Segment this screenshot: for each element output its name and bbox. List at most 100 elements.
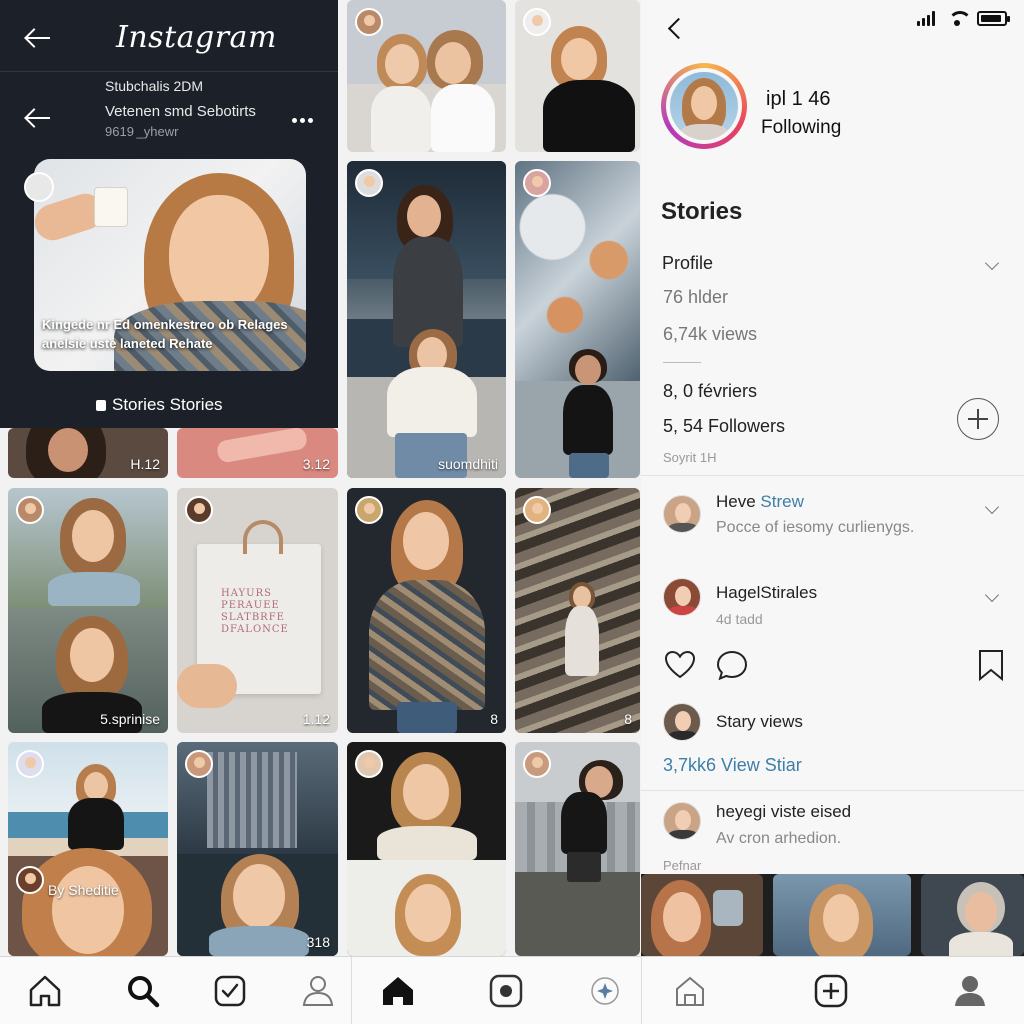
grid-photo-a2[interactable]: H.12 [8, 428, 168, 478]
story-meta-line: Stubchalis 2DM [105, 78, 204, 94]
story-viewer-panel: Instagram Stubchalis 2DM Vetenen smd Seb… [0, 0, 338, 428]
add-icon[interactable] [811, 971, 851, 1011]
poster-avatar [16, 866, 44, 894]
story-views-label[interactable]: Stary views [716, 712, 803, 732]
battery-icon [977, 11, 1010, 26]
avatar[interactable] [663, 495, 701, 533]
photo-caption: suomdhiti [438, 456, 498, 472]
chevron-down-icon[interactable] [984, 587, 1000, 603]
poster-avatar [523, 496, 551, 524]
poster-avatar [523, 169, 551, 197]
bottom-navigation [0, 956, 1024, 1024]
app-root: H.12 3.12 suomdhiti 5.sprinise HAYURS PE… [0, 0, 1024, 1024]
list-item-title[interactable]: heyegi viste eised [716, 802, 851, 822]
followers-count[interactable]: 5, 54 Followers [663, 416, 785, 437]
more-options-icon[interactable] [292, 110, 318, 124]
photo-caption: By Sheditie [48, 882, 119, 898]
story-avatar[interactable] [24, 172, 54, 202]
back-chevron-icon[interactable] [665, 17, 685, 41]
grid-photo-b3[interactable]: HAYURS PERAUEE SLATBRFE DFALONCE 1.12 [177, 488, 338, 733]
photo-caption: 5.sprinise [100, 711, 160, 727]
list-item-subtitle: Av cron arhedion. [716, 830, 842, 847]
grid-photo-d4[interactable] [515, 742, 640, 956]
grid-photo-a3[interactable]: 5.sprinise [8, 488, 168, 733]
status-bar [917, 10, 1017, 28]
reviews-count: 8, 0 févriers [663, 381, 758, 401]
avatar[interactable] [663, 578, 701, 616]
story-overlay-text: Kingede nr Ed omenkestreo ob Relages ane… [42, 317, 288, 351]
back-arrow-icon[interactable] [24, 104, 52, 132]
shop-icon[interactable] [670, 971, 710, 1011]
account-icon[interactable] [950, 971, 990, 1011]
divider [641, 790, 1024, 791]
story-subtitle: 9619 _yhewr [105, 124, 179, 139]
photo-caption: 318 [306, 934, 330, 950]
grid-photo-c1[interactable] [347, 0, 506, 152]
poster-avatar [16, 496, 44, 524]
divider [663, 362, 701, 363]
search-icon[interactable] [123, 971, 163, 1011]
grid-photo-a4[interactable]: By Sheditie [8, 742, 168, 956]
photo-caption: 8 [490, 711, 498, 727]
home-filled-icon[interactable] [378, 971, 418, 1011]
grid-photo-d1[interactable] [515, 0, 640, 152]
back-arrow-icon[interactable] [24, 24, 52, 52]
profile-stat: ipl 1 46 [766, 88, 831, 110]
grid-photo-c4[interactable] [347, 742, 506, 956]
bookmark-icon[interactable] [977, 648, 1005, 682]
footer-label: Pefnar [663, 858, 702, 873]
grid-photo-d2[interactable] [515, 161, 640, 478]
poster-avatar [523, 750, 551, 778]
profile-icon[interactable] [298, 971, 338, 1011]
poster-avatar [355, 496, 383, 524]
poster-avatar [185, 750, 213, 778]
story-card[interactable]: Kingede nr Ed omenkestreo ob Relages ane… [34, 159, 306, 371]
photo-caption: 3.12 [302, 456, 330, 472]
strip-photo[interactable] [641, 874, 763, 956]
activity-icon[interactable] [210, 971, 250, 1011]
views-count: 6,74k views [663, 324, 758, 344]
grid-photo-b2[interactable]: 3.12 [177, 428, 338, 478]
add-icon[interactable] [957, 398, 999, 440]
explore-icon[interactable] [585, 971, 625, 1011]
poster-avatar [16, 750, 44, 778]
list-item-subtitle: Pocce of iesomy curlienygs. [716, 519, 915, 536]
poster-avatar [355, 169, 383, 197]
strip-photo[interactable] [773, 874, 911, 956]
photo-caption: H.12 [130, 456, 160, 472]
strip-photo[interactable] [921, 874, 1024, 956]
profile-avatar[interactable] [661, 63, 747, 149]
top-app-bar: Instagram [0, 0, 338, 72]
view-count: 3,7kk6 View Stiar [663, 755, 802, 775]
bag-print-text: HAYURS PERAUEE SLATBRFE DFALONCE [221, 588, 289, 635]
avatar[interactable] [663, 802, 701, 840]
stories-heading: Stories [661, 198, 743, 225]
profile-panel: ipl 1 46 Following Stories Profile 76 hl… [641, 0, 1024, 874]
holder-count: 76 hlder [663, 287, 729, 307]
photo-caption: 8 [624, 711, 632, 727]
grid-photo-c2[interactable]: suomdhiti [347, 161, 506, 478]
photo-caption: 1.12 [302, 711, 330, 727]
story-title: Vetenen smd Sebotirts [105, 103, 256, 120]
poster-avatar [185, 496, 213, 524]
grid-photo-c3[interactable]: 8 [347, 488, 506, 733]
poster-avatar [355, 8, 383, 36]
poster-avatar [355, 750, 383, 778]
reels-icon[interactable] [486, 971, 526, 1011]
chevron-down-icon[interactable] [984, 255, 1000, 271]
chevron-down-icon[interactable] [984, 499, 1000, 515]
list-item-title[interactable]: HagelStirales [716, 583, 817, 603]
wifi-icon [947, 10, 969, 26]
stories-label[interactable]: Stories Stories [96, 395, 223, 415]
grid-photo-b4[interactable]: 318 [177, 742, 338, 956]
list-item-title[interactable]: Heve Strew [716, 492, 804, 512]
divider [641, 475, 1024, 476]
heart-icon[interactable] [663, 648, 697, 682]
home-icon[interactable] [25, 971, 65, 1011]
list-item-subtitle: 4d tadd [716, 611, 763, 627]
comment-icon[interactable] [715, 648, 749, 682]
grid-photo-d3[interactable]: 8 [515, 488, 640, 733]
profile-section-label[interactable]: Profile [662, 253, 713, 274]
following-label[interactable]: Following [761, 117, 841, 139]
avatar[interactable] [663, 703, 701, 741]
